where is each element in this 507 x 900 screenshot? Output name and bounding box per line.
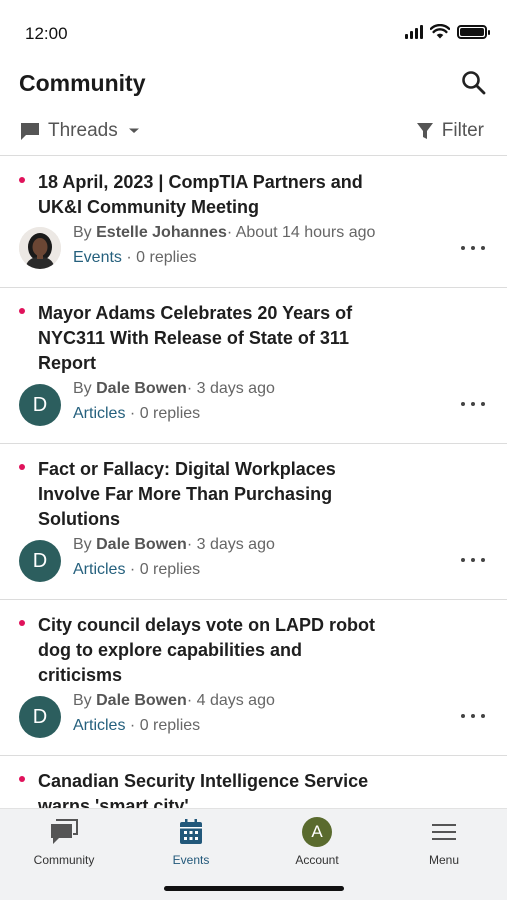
author-avatar[interactable]: D [19,384,61,426]
category-link[interactable]: Events [73,249,122,266]
avatar-letter: D [32,393,48,416]
funnel-icon [416,122,433,139]
thread-meta: By Dale Bowen· 3 days ago [73,380,275,397]
unread-indicator [19,464,25,470]
tab-label: Menu [428,853,460,867]
avatar-letter: D [32,549,48,572]
by-label: By [73,380,92,397]
unread-indicator [19,177,25,183]
bottom-tab-bar: Community Events A Account Menu [0,808,507,900]
author-name[interactable]: Dale Bowen [96,380,187,397]
category-link[interactable]: Articles [73,405,125,422]
more-options-button[interactable] [461,399,485,409]
filter-label: Filter [441,120,484,141]
post-time: 3 days ago [196,380,275,397]
reply-count: 0 replies [136,249,197,266]
more-options-button[interactable] [461,555,485,565]
thread-item[interactable]: 18 April, 2023 | CompTIA Partners and UK… [0,157,507,288]
tab-account[interactable]: A Account [262,817,372,867]
tab-label: Community [33,853,95,867]
author-name[interactable]: Estelle Johannes [96,224,227,241]
battery-icon [457,24,490,39]
author-photo [19,227,61,269]
app-header: Community [0,64,507,108]
by-label: By [73,692,92,709]
cellular-signal-icon [405,24,423,39]
more-options-button[interactable] [461,243,485,253]
chat-bubble-icon [51,819,78,844]
reply-count: 0 replies [139,717,201,734]
thread-title[interactable]: City council delays vote on LAPD robot d… [38,613,383,688]
calendar-icon [180,819,202,844]
tab-label: Account [295,853,339,867]
caret-down-icon [128,128,139,133]
thread-item[interactable]: Mayor Adams Celebrates 20 Years of NYC31… [0,288,507,444]
author-name[interactable]: Dale Bowen [96,536,187,553]
threads-dropdown[interactable]: Threads [19,120,140,142]
thread-item[interactable]: Canadian Security Intelligence Service w… [0,756,507,808]
thread-meta-secondary: Articles · 0 replies [73,405,201,422]
by-label: By [73,536,92,553]
thread-title[interactable]: 18 April, 2023 | CompTIA Partners and UK… [38,170,383,220]
tab-community[interactable]: Community [9,817,119,867]
filter-button[interactable]: Filter [416,120,484,142]
thread-meta: By Dale Bowen· 4 days ago [73,692,275,709]
threads-label: Threads [48,120,118,141]
thread-item[interactable]: City council delays vote on LAPD robot d… [0,600,507,756]
status-time: 12:00 [25,24,68,43]
reply-count: 0 replies [139,561,201,578]
post-time: About 14 hours ago [235,224,376,241]
search-icon [462,71,486,95]
filter-bar: Threads Filter [0,112,507,156]
thread-title[interactable]: Mayor Adams Celebrates 20 Years of NYC31… [38,301,383,376]
tab-menu[interactable]: Menu [389,817,499,867]
thread-meta-secondary: Events · 0 replies [73,249,197,266]
category-link[interactable]: Articles [73,717,125,734]
author-avatar[interactable]: D [19,696,61,738]
page-title: Community [19,70,146,96]
wifi-icon [430,24,450,39]
home-indicator[interactable] [164,886,344,891]
thread-list: 18 April, 2023 | CompTIA Partners and UK… [0,157,507,808]
reply-count: 0 replies [139,405,201,422]
unread-indicator [19,776,25,782]
tab-label: Events [172,853,210,867]
by-label: By [73,224,92,241]
category-link[interactable]: Articles [73,561,125,578]
thread-meta: By Estelle Johannes· About 14 hours ago [73,224,376,241]
author-avatar[interactable]: D [19,540,61,582]
account-avatar: A [302,817,332,847]
thread-meta: By Dale Bowen· 3 days ago [73,536,275,553]
author-name[interactable]: Dale Bowen [96,692,187,709]
status-icons [405,24,490,39]
thread-item[interactable]: Fact or Fallacy: Digital Workplaces Invo… [0,444,507,600]
thread-title[interactable]: Fact or Fallacy: Digital Workplaces Invo… [38,457,383,532]
post-time: 4 days ago [196,692,275,709]
tab-events[interactable]: Events [136,817,246,867]
author-avatar[interactable] [19,227,61,269]
hamburger-menu-icon [432,824,456,840]
post-time: 3 days ago [196,536,275,553]
chat-bubble-icon [21,123,39,140]
unread-indicator [19,308,25,314]
status-bar: 12:00 [0,0,507,64]
unread-indicator [19,620,25,626]
search-button[interactable] [459,68,489,98]
thread-title[interactable]: Canadian Security Intelligence Service w… [38,769,383,808]
thread-meta-secondary: Articles · 0 replies [73,717,201,734]
thread-meta-secondary: Articles · 0 replies [73,561,201,578]
more-options-button[interactable] [461,711,485,721]
avatar-letter: D [32,705,48,728]
